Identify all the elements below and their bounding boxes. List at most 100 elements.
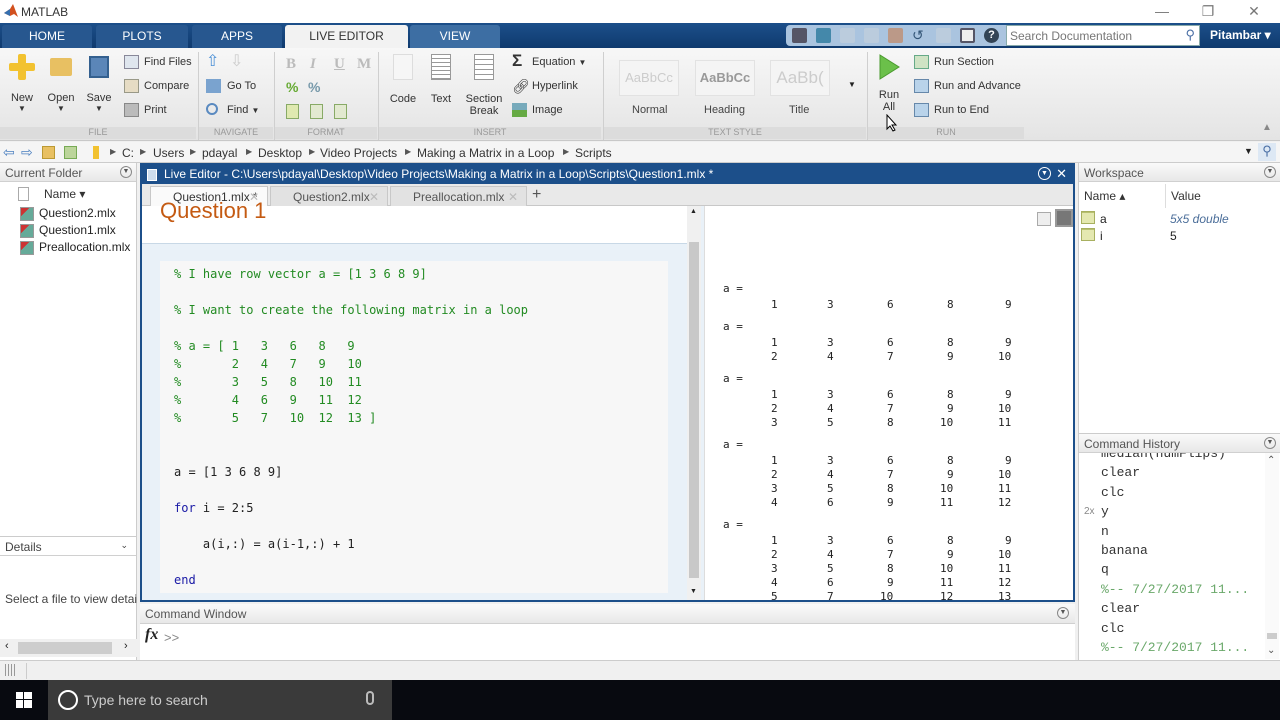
go-to-button[interactable]: Go To bbox=[206, 77, 256, 95]
tab-view[interactable]: VIEW bbox=[410, 25, 500, 48]
scroll-right-icon[interactable]: › bbox=[124, 640, 128, 652]
value-column-header[interactable]: Value bbox=[1171, 189, 1201, 203]
scroll-down-icon[interactable]: ⌄ bbox=[1267, 645, 1275, 656]
scroll-thumb[interactable] bbox=[1267, 633, 1277, 639]
history-item[interactable]: %-- 7/27/2017 11... bbox=[1101, 640, 1249, 655]
undo-icon[interactable]: ↺ bbox=[912, 28, 927, 43]
editor-tab-preallocation[interactable]: Preallocation.mlx ✕ bbox=[390, 186, 527, 206]
output-inline-icon[interactable] bbox=[1037, 212, 1051, 226]
tab-plots[interactable]: PLOTS bbox=[96, 25, 188, 48]
new-tab-button[interactable]: + bbox=[532, 186, 541, 204]
insert-code-button[interactable]: Code bbox=[386, 54, 420, 105]
cut-icon[interactable] bbox=[840, 28, 855, 43]
breadcrumb-c[interactable]: C: bbox=[122, 146, 134, 160]
address-dropdown-icon[interactable]: ▼ bbox=[1244, 146, 1253, 156]
tab-apps[interactable]: APPS bbox=[192, 25, 282, 48]
run-to-end-button[interactable]: Run to End bbox=[914, 101, 989, 119]
search-documentation-input[interactable]: Search Documentation ⚲ bbox=[1006, 25, 1200, 46]
microphone-icon[interactable] bbox=[366, 691, 374, 705]
command-input[interactable]: >> bbox=[162, 624, 1075, 658]
print-button[interactable]: Print bbox=[124, 101, 167, 119]
code-line[interactable]: a = [1 3 6 8 9] bbox=[174, 465, 282, 479]
compare-button[interactable]: Compare bbox=[124, 77, 189, 95]
style-heading-preview[interactable]: AaBbCc bbox=[695, 60, 755, 96]
copy-icon[interactable] bbox=[864, 28, 879, 43]
history-item[interactable]: clc bbox=[1101, 621, 1124, 636]
up-folder-icon[interactable] bbox=[42, 146, 55, 159]
panel-menu-icon[interactable]: ▼ bbox=[1264, 166, 1276, 178]
new-icon[interactable] bbox=[792, 28, 807, 43]
history-item[interactable]: y bbox=[1101, 504, 1109, 519]
code-line[interactable]: % 5 7 10 12 13 ] bbox=[174, 411, 376, 425]
run-and-advance-button[interactable]: Run and Advance bbox=[914, 77, 1021, 95]
breadcrumb-making-a-matrix[interactable]: Making a Matrix in a Loop bbox=[417, 146, 554, 160]
run-section-button[interactable]: Run Section bbox=[914, 53, 994, 71]
history-item[interactable]: clear bbox=[1101, 465, 1140, 480]
image-button[interactable]: Image bbox=[512, 101, 563, 119]
smart-indent-icon[interactable] bbox=[286, 104, 299, 119]
underline-button[interactable]: U bbox=[334, 56, 345, 73]
arrow-up-icon[interactable]: ⇧ bbox=[206, 54, 222, 70]
paste-icon[interactable] bbox=[888, 28, 903, 43]
bold-button[interactable]: B bbox=[286, 56, 296, 73]
open-button[interactable]: Open ▼ bbox=[44, 54, 78, 113]
history-item[interactable]: n bbox=[1101, 524, 1109, 539]
forward-icon[interactable]: ⇨ bbox=[21, 144, 33, 161]
redo-icon[interactable] bbox=[936, 28, 951, 43]
close-tab-icon[interactable]: ✕ bbox=[369, 190, 379, 204]
scroll-down-icon[interactable]: ▼ bbox=[690, 588, 697, 595]
user-menu[interactable]: Pitambar ▾ bbox=[1210, 28, 1271, 42]
history-item[interactable]: q bbox=[1101, 562, 1109, 577]
tab-live-editor[interactable]: LIVE EDITOR bbox=[285, 25, 408, 48]
fx-icon[interactable]: fx bbox=[145, 626, 158, 644]
code-line[interactable]: % 3 5 8 10 11 bbox=[174, 375, 362, 389]
scroll-thumb[interactable] bbox=[689, 242, 699, 578]
breadcrumb-video-projects[interactable]: Video Projects bbox=[320, 146, 397, 160]
uncomment-button[interactable]: % bbox=[308, 79, 320, 95]
file-item[interactable]: Question1.mlx bbox=[20, 222, 116, 239]
code-block[interactable]: % I have row vector a = [1 3 6 8 9] % I … bbox=[160, 261, 668, 593]
editor-menu-icon[interactable]: ▼ bbox=[1038, 167, 1051, 180]
scroll-up-icon[interactable]: ▲ bbox=[690, 208, 697, 215]
equation-button[interactable]: Σ Equation ▼ bbox=[512, 52, 586, 71]
italic-button[interactable]: I bbox=[310, 56, 316, 73]
code-line[interactable]: end bbox=[174, 573, 196, 587]
save-button[interactable]: Save ▼ bbox=[84, 54, 114, 113]
output-right-icon[interactable] bbox=[1055, 209, 1073, 227]
browse-folder-icon[interactable] bbox=[64, 146, 77, 159]
file-item[interactable]: Question2.mlx bbox=[20, 205, 116, 222]
section-break-button[interactable]: Section Break bbox=[463, 54, 505, 117]
history-item[interactable]: banana bbox=[1101, 543, 1148, 558]
editor-vertical-scrollbar[interactable]: ▲ ▼ bbox=[687, 206, 701, 600]
styles-more-dropdown[interactable]: ▼ bbox=[848, 80, 856, 89]
scroll-thumb[interactable] bbox=[18, 642, 112, 654]
taskbar-search-box[interactable]: Type here to search bbox=[48, 680, 392, 720]
monospace-button[interactable]: M bbox=[357, 56, 371, 73]
arrow-down-icon[interactable]: ⇩ bbox=[230, 54, 246, 70]
code-line[interactable]: % I have row vector a = [1 3 6 8 9] bbox=[174, 267, 427, 281]
scroll-left-icon[interactable]: ‹ bbox=[5, 640, 9, 652]
details-header[interactable]: Details ⌄ bbox=[0, 537, 136, 556]
windows-start-icon[interactable] bbox=[16, 692, 32, 708]
insert-text-button[interactable]: Text bbox=[426, 54, 456, 105]
editor-tab-question2[interactable]: Question2.mlx ✕ bbox=[270, 186, 388, 206]
code-area[interactable]: Question 1 % I have row vector a = [1 3 … bbox=[142, 198, 704, 600]
workspace-var-row[interactable]: a 5x5 double bbox=[1079, 211, 1279, 227]
code-line[interactable]: % 2 4 7 9 10 bbox=[174, 357, 362, 371]
switch-windows-icon[interactable] bbox=[960, 28, 975, 43]
history-item[interactable]: clc bbox=[1101, 485, 1124, 500]
breadcrumb-pdayal[interactable]: pdayal bbox=[202, 146, 237, 160]
comment-button[interactable]: % bbox=[286, 79, 298, 95]
scroll-up-icon[interactable]: ⌃ bbox=[1267, 455, 1275, 466]
search-icon[interactable]: ⚲ bbox=[1185, 27, 1195, 43]
help-icon[interactable]: ? bbox=[984, 28, 999, 43]
save-icon[interactable] bbox=[816, 28, 831, 43]
breadcrumb-desktop[interactable]: Desktop bbox=[258, 146, 302, 160]
file-item[interactable]: Preallocation.mlx bbox=[20, 239, 130, 256]
decrease-indent-icon[interactable] bbox=[310, 104, 323, 119]
breadcrumb-users[interactable]: Users bbox=[153, 146, 184, 160]
history-item[interactable]: %-- 7/27/2017 11... bbox=[1101, 582, 1249, 597]
find-files-button[interactable]: Find Files bbox=[124, 53, 192, 71]
breadcrumb-scripts[interactable]: Scripts bbox=[575, 146, 612, 160]
horizontal-scrollbar[interactable]: ‹ › bbox=[0, 639, 137, 657]
